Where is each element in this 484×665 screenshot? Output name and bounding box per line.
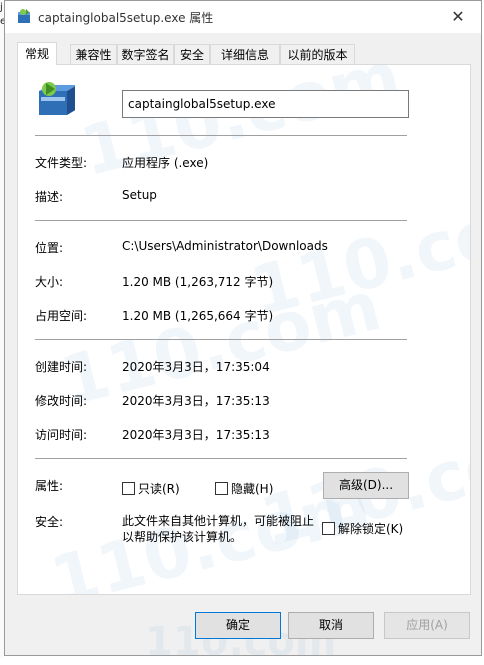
accessed-label: 访问时间: [35, 428, 88, 442]
tab-digital-signatures[interactable]: 数字签名 [117, 44, 174, 64]
size-on-disk-value: 1.20 MB (1,265,664 字节) [122, 309, 274, 323]
accessed-value: 2020年3月3日，17:35:13 [122, 428, 270, 442]
security-message: 此文件来自其他计算机，可能被阻止以帮助保护该计算机。 [122, 514, 315, 544]
location-value: C:\Users\Administrator\Downloads [122, 239, 328, 253]
advanced-button[interactable]: 高级(D)... [323, 472, 409, 499]
apply-button[interactable]: 应用(A) [384, 612, 470, 639]
divider [35, 458, 407, 459]
size-label: 大小: [35, 275, 64, 289]
file-type-label: 文件类型: [35, 156, 88, 170]
readonly-checkbox-label: 只读(R) [138, 482, 180, 496]
checkbox-box[interactable] [322, 522, 335, 535]
close-button[interactable]: ✕ [435, 1, 481, 33]
file-type-value: 应用程序 (.exe) [122, 156, 209, 170]
file-name-field[interactable]: captainglobal5setup.exe [122, 90, 409, 118]
checkbox-box[interactable] [122, 482, 135, 495]
description-label: 描述: [35, 190, 64, 204]
modified-label: 修改时间: [35, 394, 88, 408]
modified-value: 2020年3月3日，17:35:13 [122, 394, 270, 408]
created-label: 创建时间: [35, 360, 88, 374]
attributes-label: 属性: [35, 479, 64, 493]
divider [35, 220, 407, 221]
background-text-fragment: j [0, 2, 3, 13]
general-tab-panel: 110.com 110.com 110.com 110.com 110.com … [17, 64, 471, 595]
tab-security[interactable]: 安全 [174, 44, 210, 64]
title-bar: captainglobal5setup.exe 属性 ✕ [5, 1, 481, 33]
tab-compatibility[interactable]: 兼容性 [70, 44, 117, 64]
close-icon: ✕ [451, 7, 465, 26]
tab-details[interactable]: 详细信息 [210, 44, 280, 64]
tab-general[interactable]: 常规 [17, 42, 57, 65]
readonly-checkbox[interactable]: 只读(R) [122, 480, 180, 497]
divider [35, 339, 407, 340]
description-value: Setup [122, 188, 157, 202]
unblock-checkbox[interactable]: 解除锁定(K) [322, 520, 403, 537]
security-label: 安全: [35, 515, 64, 529]
properties-dialog: captainglobal5setup.exe 属性 ✕ 常规 兼容性 数字签名… [4, 0, 482, 665]
checkbox-box[interactable] [215, 482, 228, 495]
watermark: 110.com [73, 64, 409, 193]
installer-package-icon [18, 9, 30, 23]
ok-button[interactable]: 确定 [195, 612, 281, 639]
window-title: captainglobal5setup.exe 属性 [38, 11, 214, 25]
unblock-checkbox-label: 解除锁定(K) [338, 522, 404, 536]
size-on-disk-label: 占用空间: [35, 309, 88, 323]
created-value: 2020年3月3日，17:35:04 [122, 360, 270, 374]
divider [35, 135, 407, 136]
watermark: 110.com [243, 176, 471, 333]
installer-package-icon [39, 82, 75, 115]
cancel-button[interactable]: 取消 [288, 612, 374, 639]
size-value: 1.20 MB (1,263,712 字节) [122, 275, 274, 289]
location-label: 位置: [35, 241, 64, 255]
hidden-checkbox[interactable]: 隐藏(H) [215, 480, 273, 497]
hidden-checkbox-label: 隐藏(H) [231, 482, 274, 496]
tab-previous-versions[interactable]: 以前的版本 [280, 44, 355, 64]
